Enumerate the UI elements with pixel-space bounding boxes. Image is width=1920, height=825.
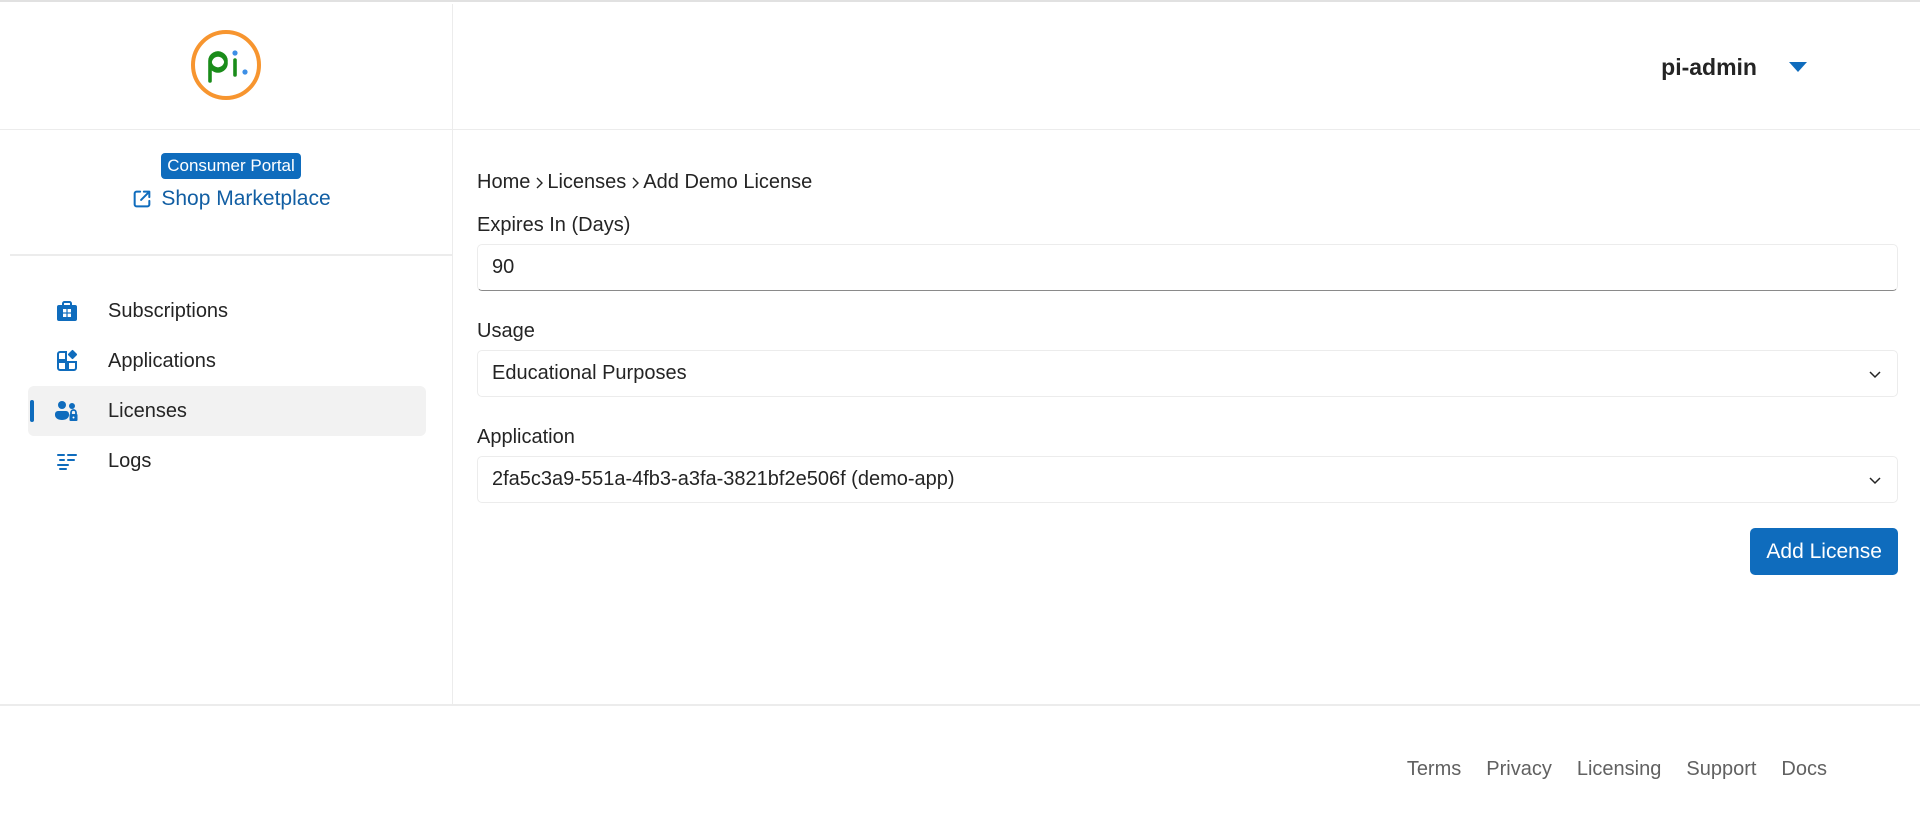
- usage-label: Usage: [477, 320, 535, 342]
- chevron-right-icon: [631, 176, 640, 190]
- chevron-down-icon: [1869, 370, 1881, 378]
- external-link-icon: [134, 190, 151, 208]
- shop-marketplace-link[interactable]: Shop Marketplace: [131, 187, 331, 211]
- form-actions: Add License: [477, 528, 1898, 575]
- application-label: Application: [477, 426, 575, 448]
- expires-days-input[interactable]: [477, 244, 1898, 291]
- shop-marketplace-label: Shop Marketplace: [161, 187, 331, 210]
- logo-area: [0, 4, 452, 130]
- portal-area: Consumer Portal Shop Marketplace: [10, 130, 452, 256]
- user-menu[interactable]: pi-admin: [1661, 54, 1807, 81]
- expires-label: Expires In (Days): [477, 214, 631, 236]
- breadcrumb-home[interactable]: Home: [477, 171, 530, 194]
- footer-links: Terms Privacy Licensing Support Docs: [1382, 758, 1827, 781]
- footer-link-licensing[interactable]: Licensing: [1577, 758, 1662, 781]
- add-license-button[interactable]: Add License: [1750, 528, 1898, 575]
- footer: Terms Privacy Licensing Support Docs: [0, 704, 1920, 825]
- pi-logo[interactable]: [190, 29, 262, 101]
- footer-link-privacy[interactable]: Privacy: [1486, 758, 1552, 781]
- sidebar-item-label: Licenses: [108, 399, 187, 422]
- apps-add-icon: [54, 348, 80, 374]
- footer-link-support[interactable]: Support: [1686, 758, 1756, 781]
- breadcrumb: Home Licenses Add Demo License: [477, 171, 1898, 194]
- sidebar-item-label: Applications: [108, 349, 216, 372]
- sidebar-nav: Subscriptions Applications Licenses Logs: [0, 256, 452, 486]
- chevron-down-icon: [1869, 476, 1881, 484]
- sidebar-item-subscriptions[interactable]: Subscriptions: [28, 286, 426, 336]
- main-content: Home Licenses Add Demo License Expires I…: [477, 131, 1898, 704]
- usage-selected-value: Educational Purposes: [492, 362, 687, 384]
- consumer-portal-badge: Consumer Portal: [161, 153, 301, 179]
- people-lock-icon: [54, 398, 80, 424]
- breadcrumb-licenses[interactable]: Licenses: [547, 171, 626, 194]
- application-selected-value: 2fa5c3a9-551a-4fb3-a3fa-3821bf2e506f (de…: [492, 468, 955, 490]
- sidebar-item-licenses[interactable]: Licenses: [28, 386, 426, 436]
- chevron-right-icon: [535, 176, 544, 190]
- sidebar-item-applications[interactable]: Applications: [28, 336, 426, 386]
- footer-link-terms[interactable]: Terms: [1407, 758, 1461, 781]
- shopping-bag-icon: [54, 298, 80, 324]
- usage-select[interactable]: Educational Purposes: [477, 350, 1898, 397]
- user-name: pi-admin: [1661, 54, 1757, 80]
- footer-link-docs[interactable]: Docs: [1781, 758, 1827, 781]
- caret-down-icon[interactable]: [1789, 61, 1807, 72]
- sidebar-item-label: Subscriptions: [108, 299, 229, 322]
- app-layout: Consumer Portal Shop Marketplace Subscri…: [0, 4, 1920, 704]
- sidebar-item-logs[interactable]: Logs: [28, 436, 426, 486]
- sidebar: Consumer Portal Shop Marketplace Subscri…: [0, 4, 453, 704]
- sidebar-item-label: Logs: [108, 449, 152, 472]
- top-header: pi-admin: [453, 4, 1920, 130]
- text-align-icon: [54, 448, 80, 474]
- application-select[interactable]: 2fa5c3a9-551a-4fb3-a3fa-3821bf2e506f (de…: [477, 456, 1898, 503]
- breadcrumb-current: Add Demo License: [643, 171, 813, 193]
